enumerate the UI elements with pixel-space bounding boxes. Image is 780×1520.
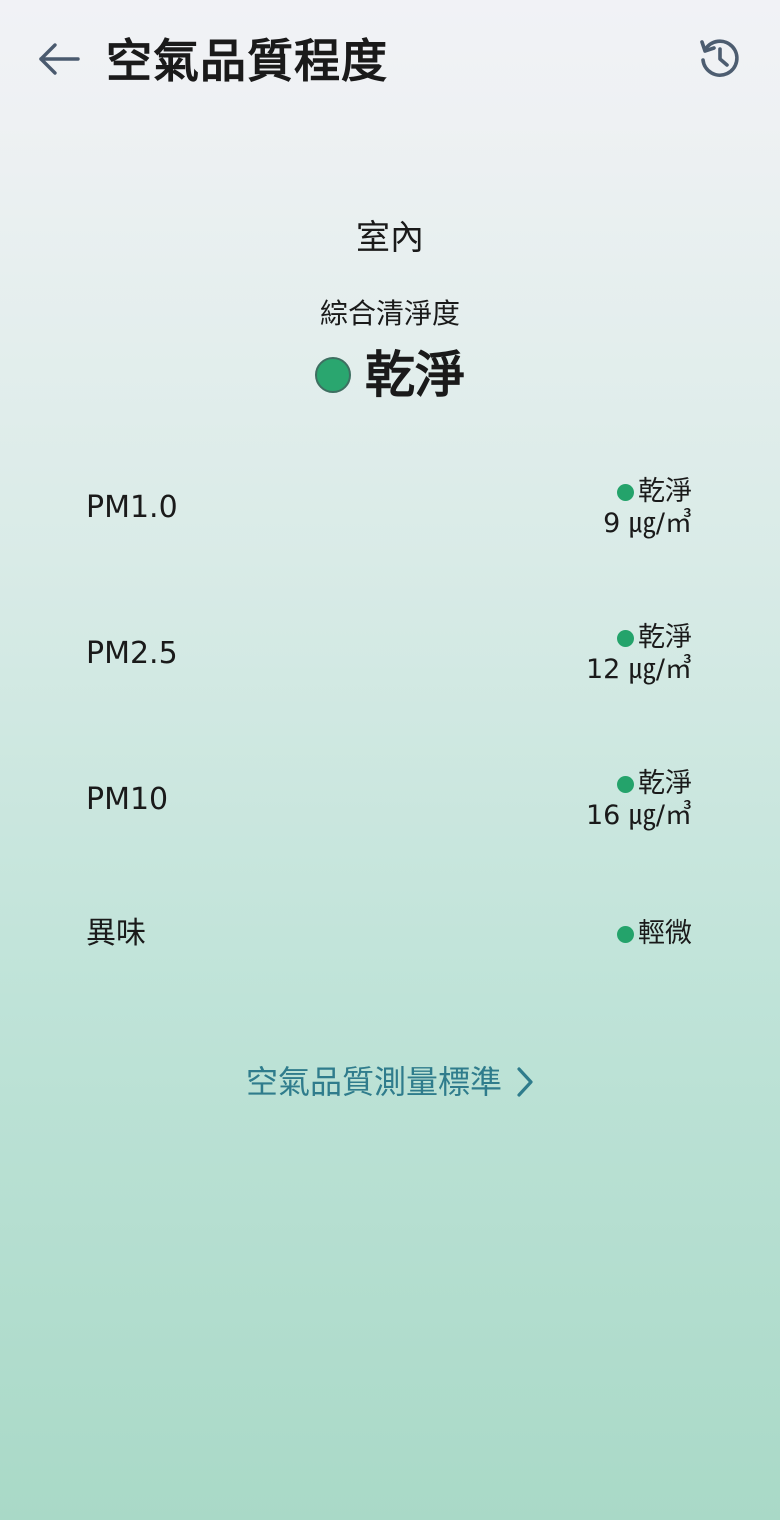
air-quality-standard-label: 空氣品質測量標準	[245, 1063, 502, 1101]
arrow-left-icon	[38, 42, 82, 80]
metric-name: PM10	[86, 782, 169, 817]
metric-status: 乾淨	[603, 476, 692, 508]
history-button[interactable]	[690, 32, 750, 90]
overall-cleanliness-status: 乾淨	[0, 340, 780, 410]
metric-reading: 乾淨 12 ㎍/㎥	[586, 622, 692, 686]
metric-value: 12 ㎍/㎥	[585, 654, 692, 685]
metric-reading: 乾淨 16 ㎍/㎥	[586, 768, 692, 832]
metric-value: 9 ㎍/㎥	[603, 508, 692, 539]
back-button[interactable]	[30, 34, 90, 88]
metric-row-pm1: PM1.0 乾淨 9 ㎍/㎥	[86, 458, 696, 558]
status-dot-icon	[617, 483, 634, 501]
air-quality-standard-link[interactable]: 空氣品質測量標準	[0, 1058, 780, 1106]
metric-name: PM1.0	[86, 490, 178, 525]
status-dot-icon	[617, 775, 634, 793]
metric-status-label: 乾淨	[638, 476, 692, 507]
metric-status-label: 乾淨	[638, 622, 692, 653]
header: 空氣品質程度	[0, 0, 780, 124]
metric-row-pm25: PM2.5 乾淨 12 ㎍/㎥	[86, 604, 696, 704]
metric-status-label: 輕微	[638, 918, 692, 949]
metric-name: 異味	[86, 916, 146, 951]
location-label: 室內	[356, 218, 424, 258]
metric-value: 16 ㎍/㎥	[585, 800, 692, 831]
page-title: 空氣品質程度	[106, 34, 388, 88]
status-dot-icon	[315, 357, 351, 393]
overall-cleanliness-value: 乾淨	[365, 346, 465, 404]
overall-cleanliness-label: 綜合清淨度	[319, 297, 460, 330]
metric-status: 乾淨	[586, 622, 692, 654]
status-dot-icon	[617, 925, 634, 943]
metric-row-odor: 異味 輕微	[86, 884, 696, 984]
metric-status: 輕微	[617, 918, 692, 950]
chevron-right-icon	[516, 1066, 534, 1098]
metric-status-label: 乾淨	[638, 768, 692, 799]
metric-reading: 輕微	[617, 918, 692, 950]
metric-reading: 乾淨 9 ㎍/㎥	[603, 476, 692, 540]
metric-row-pm10: PM10 乾淨 16 ㎍/㎥	[86, 750, 696, 850]
metric-status: 乾淨	[586, 768, 692, 800]
metric-name: PM2.5	[86, 636, 178, 671]
history-icon	[697, 36, 743, 86]
status-dot-icon	[617, 629, 634, 647]
